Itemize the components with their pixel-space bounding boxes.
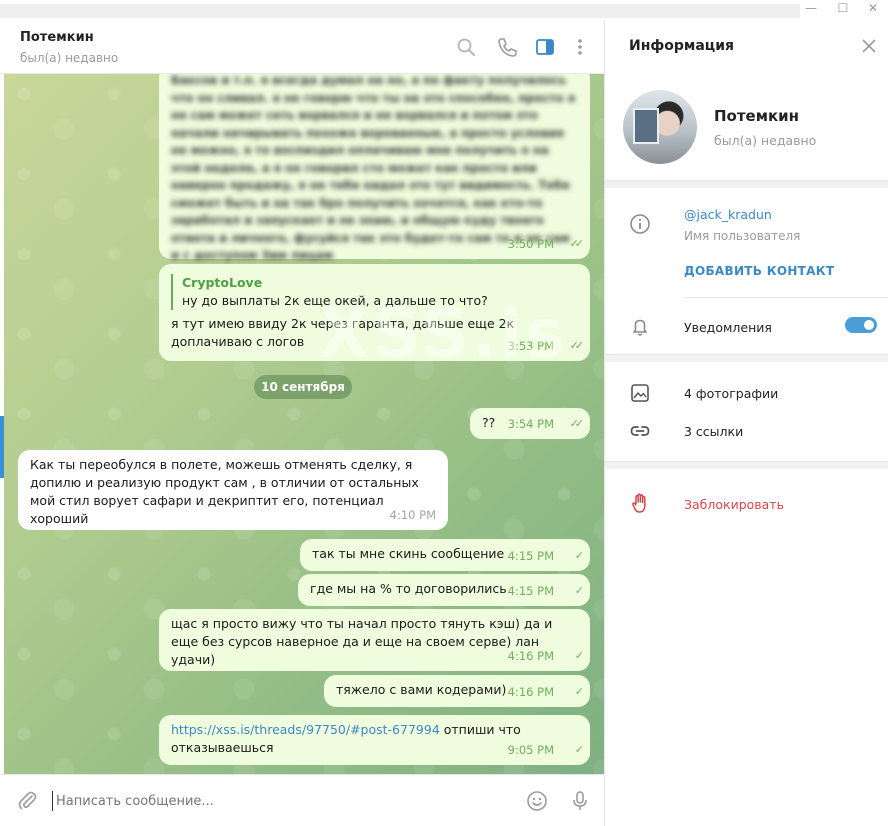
notifications-toggle[interactable] (845, 317, 877, 333)
username-link[interactable]: @jack_kradun (684, 207, 772, 222)
sidebar-panel-icon[interactable] (534, 36, 556, 58)
watermark: XSS.is (318, 295, 567, 374)
message-time: 4:16 PM (507, 649, 554, 663)
maximize-button[interactable]: ☐ (828, 0, 858, 18)
message-time: 3:50 PM (507, 237, 554, 251)
profile-name: Потемкин (714, 107, 800, 125)
phone-icon[interactable] (496, 36, 518, 58)
emoji-icon[interactable] (525, 789, 549, 813)
row-divider (684, 297, 888, 298)
window-close-button[interactable]: ✕ (858, 0, 888, 18)
links-item[interactable]: 3 ссылки (684, 424, 743, 439)
toggle-knob (862, 318, 876, 332)
message-time: 4:15 PM (507, 549, 554, 563)
message-bubble[interactable]: Баксов и т.п. я всегда думал на но, а по… (159, 74, 590, 262)
section-divider (605, 180, 888, 188)
window-titlebar: — ☐ ✕ (0, 0, 888, 20)
hand-block-icon (632, 493, 646, 513)
message-input[interactable] (52, 791, 492, 811)
username-label: Имя пользователя (684, 229, 801, 243)
chat-contact-status: был(а) недавно (20, 51, 119, 65)
add-contact-button[interactable]: ДОБАВИТЬ КОНТАКТ (684, 264, 834, 278)
message-bubble[interactable]: так ты мне скинь сообщение 4:15 PM ✓ (300, 539, 590, 571)
message-time: 3:54 PM (507, 417, 554, 431)
panel-title: Информация (629, 38, 734, 54)
chat-header[interactable]: Потемкин был(а) недавно (0, 20, 604, 74)
message-composer[interactable] (0, 774, 604, 826)
check-icon: ✓ (574, 743, 584, 756)
block-user-button[interactable]: Заблокировать (684, 497, 784, 512)
double-check-icon: ✓✓ (569, 417, 585, 430)
info-icon (630, 214, 650, 234)
chat-contact-name[interactable]: Потемкин (20, 30, 94, 45)
date-separator: 10 сентября (254, 375, 352, 399)
info-panel: Информация Потемкин был(а) недавно @jack… (605, 20, 888, 826)
message-bubble[interactable]: где мы на % то договорились 4:15 PM ✓ (298, 574, 590, 606)
close-icon[interactable] (859, 36, 879, 56)
more-vertical-icon[interactable] (569, 36, 591, 58)
chat-messages-area[interactable]: Баксов и т.п. я всегда думал на но, а по… (4, 74, 604, 774)
message-time: 9:05 PM (507, 743, 554, 757)
message-bubble-incoming[interactable]: Как ты переобулся в полете, можешь отмен… (18, 450, 448, 530)
minimize-button[interactable]: — (796, 0, 826, 18)
profile-status: был(а) недавно (714, 133, 817, 148)
attach-icon[interactable] (16, 789, 40, 813)
message-bubble[interactable]: https://xss.is/threads/97750/#post-67799… (159, 715, 590, 765)
avatar-photo-detail (633, 108, 659, 144)
photos-item[interactable]: 4 фотографии (684, 386, 778, 401)
search-icon[interactable] (455, 36, 477, 58)
bell-icon (633, 319, 647, 336)
notifications-label: Уведомления (684, 320, 772, 335)
section-divider (605, 354, 888, 362)
message-time: 4:16 PM (507, 685, 554, 699)
check-icon: ✓ (574, 584, 584, 597)
link-icon (630, 426, 650, 436)
check-icon: ✓ (574, 649, 584, 662)
message-text: Как ты переобулся в полете, можешь отмен… (30, 457, 419, 526)
message-link[interactable]: https://xss.is/threads/97750/#post-67799… (171, 722, 440, 737)
check-icon: ✓ (574, 549, 584, 562)
double-check-icon: ✓✓ (569, 237, 585, 250)
check-icon: ✓ (574, 685, 584, 698)
avatar[interactable] (623, 90, 697, 164)
titlebar-strip (0, 4, 800, 18)
photo-icon (631, 384, 649, 402)
message-bubble[interactable]: щас я просто вижу что ты начал просто тя… (159, 609, 590, 671)
message-time: 4:15 PM (507, 584, 554, 598)
left-edge-accent (0, 416, 4, 478)
message-bubble[interactable]: ?? 3:54 PM ✓✓ (470, 408, 590, 439)
reply-author: CryptoLove (182, 275, 263, 290)
microphone-icon[interactable] (568, 789, 592, 813)
message-bubble[interactable]: тяжело с вами кодерами) 4:16 PM ✓ (324, 675, 590, 707)
message-time: 4:10 PM (389, 508, 436, 522)
double-check-icon: ✓✓ (569, 339, 585, 352)
section-divider (605, 461, 888, 469)
